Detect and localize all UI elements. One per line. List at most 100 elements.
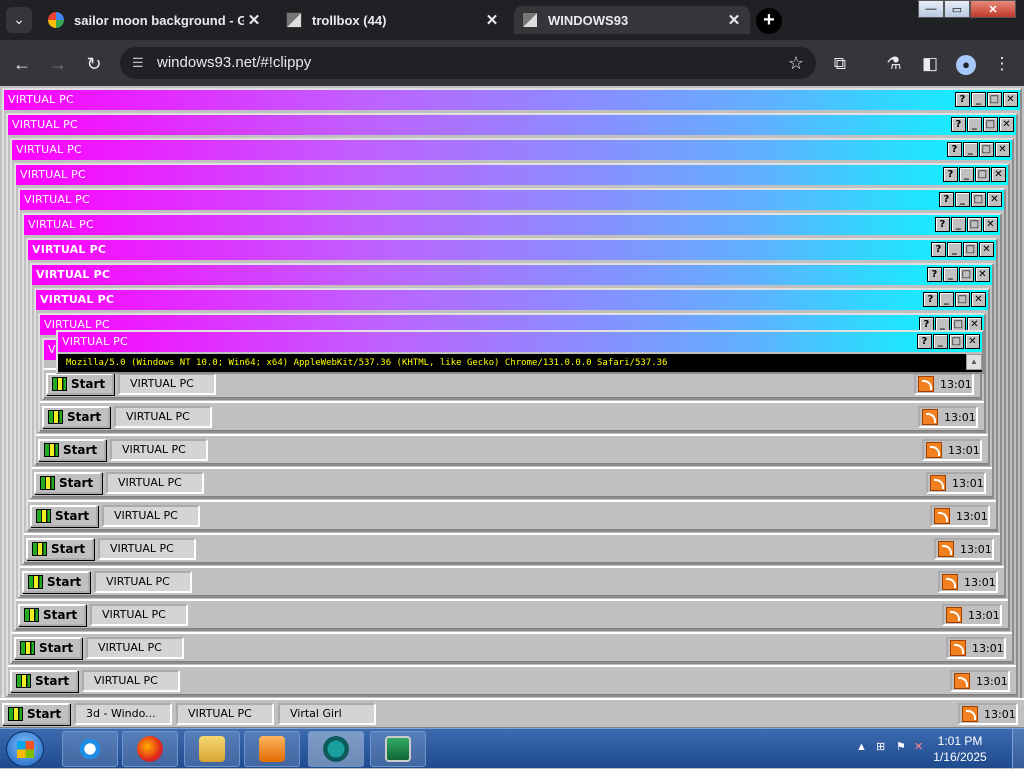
help-button[interactable]: ? [955, 92, 970, 107]
pinned-media-player[interactable] [244, 731, 300, 767]
help-button[interactable]: ? [931, 242, 946, 257]
minimize-button[interactable]: _ [955, 192, 970, 207]
start-button[interactable]: Start [18, 604, 86, 626]
rss-feed-icon[interactable] [930, 475, 946, 491]
window-minimize-button[interactable]: — [918, 0, 944, 18]
clock-date[interactable]: 1/16/2025 [920, 750, 1000, 764]
start-button[interactable]: Start [46, 373, 114, 395]
window-title-bar[interactable]: VIRTUAL PC?_□✕ [36, 290, 988, 310]
maximize-button[interactable]: □ [987, 92, 1002, 107]
pinned-internet-explorer[interactable] [62, 731, 118, 767]
start-button[interactable]: Start [2, 703, 70, 725]
rss-feed-icon[interactable] [942, 574, 958, 590]
taskbar-window-button[interactable]: VIRTUAL PC [98, 538, 196, 560]
rss-feed-icon[interactable] [938, 541, 954, 557]
new-tab-button[interactable]: + [756, 8, 782, 34]
minimize-button[interactable]: _ [971, 92, 986, 107]
close-button[interactable]: ✕ [965, 334, 980, 349]
taskbar-window-button[interactable]: VIRTUAL PC [86, 637, 184, 659]
minimize-button[interactable]: _ [967, 117, 982, 132]
close-icon[interactable]: ✕ [482, 11, 502, 29]
window-title-bar[interactable]: VIRTUAL PC?_□✕ [32, 265, 992, 285]
extensions-icon[interactable]: ⧉ [828, 52, 852, 76]
help-button[interactable]: ? [927, 267, 942, 282]
minimize-button[interactable]: _ [959, 167, 974, 182]
clock-time[interactable]: 1:01 PM [920, 734, 1000, 748]
rss-feed-icon[interactable] [954, 673, 970, 689]
tab-search-button[interactable]: ⌄ [6, 7, 32, 33]
side-panel-icon[interactable]: ◧ [918, 52, 942, 76]
start-button[interactable]: Start [26, 538, 94, 560]
back-icon[interactable]: ← [8, 50, 36, 78]
rss-feed-icon[interactable] [946, 607, 962, 623]
pinned-file-explorer[interactable] [184, 731, 240, 767]
rss-feed-icon[interactable] [922, 409, 938, 425]
start-button[interactable]: Start [38, 439, 106, 461]
window-title-bar[interactable]: VIRTUAL PC?_□✕ [8, 115, 1016, 135]
taskbar-window-button[interactable]: VIRTUAL PC [90, 604, 188, 626]
maximize-button[interactable]: □ [975, 167, 990, 182]
maximize-button[interactable]: □ [979, 142, 994, 157]
close-button[interactable]: ✕ [983, 217, 998, 232]
forward-icon[interactable]: → [44, 50, 72, 78]
taskbar-window-button[interactable]: VIRTUAL PC [82, 670, 180, 692]
maximize-button[interactable]: □ [959, 267, 974, 282]
close-button[interactable]: ✕ [999, 117, 1014, 132]
window-title-bar[interactable]: VIRTUAL PC?_□✕ [4, 90, 1020, 110]
browser-tab-windows93[interactable]: WINDOWS93 ✕ [514, 6, 750, 34]
scroll-up-button[interactable]: ▲ [966, 354, 982, 370]
pinned-virtual-pc-app[interactable] [370, 731, 426, 767]
browser-tab-google[interactable]: sailor moon background - Goo ✕ [40, 6, 270, 34]
minimize-button[interactable]: _ [933, 334, 948, 349]
site-info-icon[interactable]: ☰ [132, 47, 144, 79]
window-title-bar[interactable]: VIRTUAL PC?_□✕ [28, 240, 996, 260]
taskbar-window-button[interactable]: 3d - Windo... [74, 703, 172, 725]
start-button[interactable]: Start [34, 472, 102, 494]
close-button[interactable]: ✕ [971, 292, 986, 307]
minimize-button[interactable]: _ [951, 217, 966, 232]
minimize-button[interactable]: _ [947, 242, 962, 257]
close-button[interactable]: ✕ [987, 192, 1002, 207]
menu-kebab-icon[interactable]: ⋮ [990, 52, 1014, 76]
start-button[interactable]: Start [10, 670, 78, 692]
help-button[interactable]: ? [943, 167, 958, 182]
taskbar-window-button[interactable]: Virtal Girl [278, 703, 376, 725]
rss-feed-icon[interactable] [950, 640, 966, 656]
labs-flask-icon[interactable]: ⚗ [882, 52, 906, 76]
help-button[interactable]: ? [947, 142, 962, 157]
close-button[interactable]: ✕ [979, 242, 994, 257]
taskbar-window-button[interactable]: VIRTUAL PC [106, 472, 204, 494]
windows-start-orb[interactable] [6, 731, 44, 767]
start-button[interactable]: Start [42, 406, 110, 428]
maximize-button[interactable]: □ [955, 292, 970, 307]
browser-tab-trollbox[interactable]: trollbox (44) ✕ [278, 6, 508, 34]
taskbar-window-button[interactable]: VIRTUAL PC [114, 406, 212, 428]
taskbar-window-button[interactable]: VIRTUAL PC [102, 505, 200, 527]
help-button[interactable]: ? [935, 217, 950, 232]
window-title-bar[interactable]: VIRTUAL PC?_□✕ [12, 140, 1012, 160]
window-maximize-button[interactable]: ▭ [944, 0, 970, 18]
close-button[interactable]: ✕ [975, 267, 990, 282]
minimize-button[interactable]: _ [943, 267, 958, 282]
help-button[interactable]: ? [939, 192, 954, 207]
help-button[interactable]: ? [951, 117, 966, 132]
minimize-button[interactable]: _ [963, 142, 978, 157]
taskbar-window-button[interactable]: VIRTUAL PC [176, 703, 274, 725]
window-title-bar[interactable]: VIRTUAL PC?_□✕ [20, 190, 1004, 210]
close-button[interactable]: ✕ [995, 142, 1010, 157]
network-icon[interactable]: ⊞ [876, 740, 885, 753]
rss-feed-icon[interactable] [918, 376, 934, 392]
maximize-button[interactable]: □ [983, 117, 998, 132]
rss-feed-icon[interactable] [962, 706, 978, 722]
show-hidden-icons-icon[interactable]: ▲ [856, 741, 867, 753]
taskbar-window-button[interactable]: VIRTUAL PC [94, 571, 192, 593]
window-close-button[interactable]: ✕ [970, 0, 1016, 18]
action-center-flag-icon[interactable]: ⚑ [896, 740, 906, 753]
show-desktop-button[interactable] [1012, 729, 1024, 769]
pinned-windows93-app[interactable] [308, 731, 364, 767]
address-bar[interactable]: ☰ windows93.net/#!clippy ☆ [120, 47, 816, 79]
rss-feed-icon[interactable] [934, 508, 950, 524]
maximize-button[interactable]: □ [967, 217, 982, 232]
minimize-button[interactable]: _ [939, 292, 954, 307]
help-button[interactable]: ? [923, 292, 938, 307]
